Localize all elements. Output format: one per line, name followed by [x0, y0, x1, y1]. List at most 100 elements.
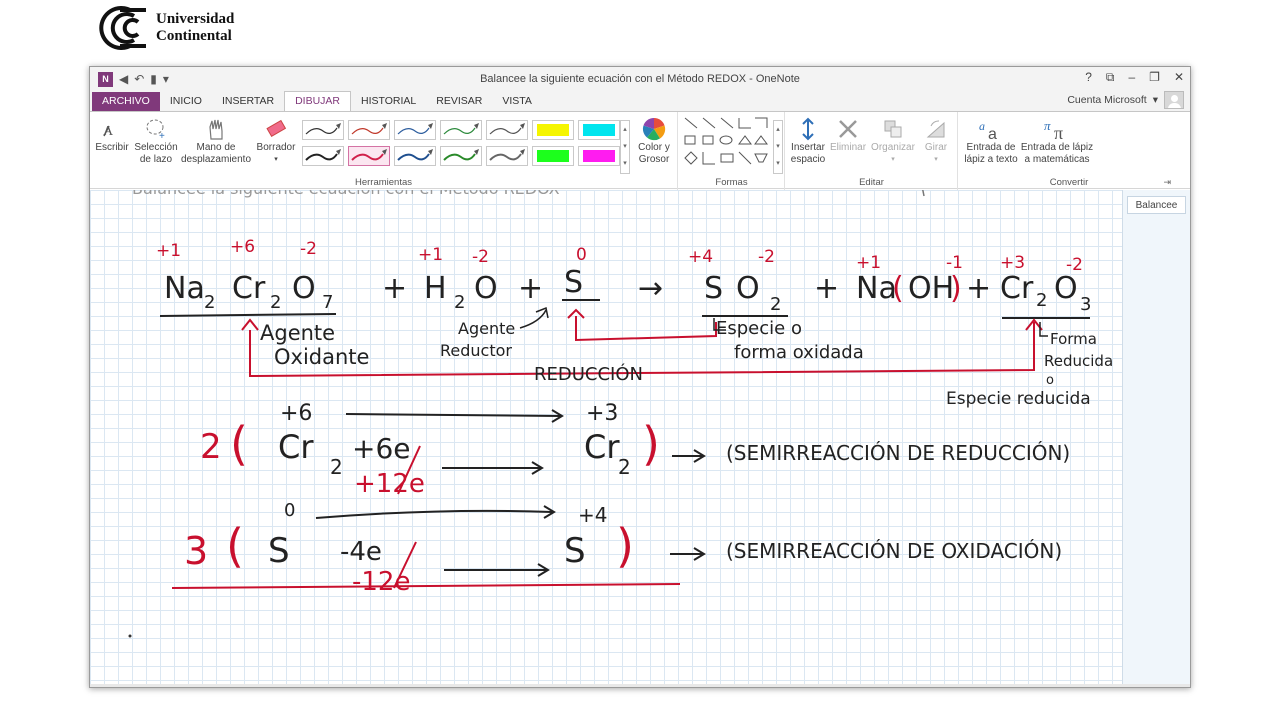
pen-swatch[interactable] [394, 146, 436, 166]
escribir-button[interactable]: A Escribir [94, 116, 130, 154]
eq-plus-3: + [814, 271, 839, 306]
color-label-1: Color y [638, 142, 670, 153]
half2-lhs: S [268, 531, 290, 571]
pen-swatch[interactable] [440, 120, 482, 140]
tab-vista[interactable]: VISTA [492, 92, 542, 111]
page-tab-balancee[interactable]: Balancee [1127, 196, 1186, 214]
page-list-panel: Balancee [1122, 190, 1190, 687]
eq-o4-sub: 3 [1080, 294, 1091, 315]
pen-swatch[interactable] [486, 120, 528, 140]
ox-o3: -2 [758, 247, 775, 267]
half1-paren-open: ( [230, 417, 248, 471]
chevron-down-icon: ▾ [934, 156, 938, 163]
eq-cr2: Cr [1000, 271, 1034, 306]
dock-to-desktop-icon[interactable]: ▮ [150, 72, 157, 86]
arrange-button[interactable]: Organizar ▾ [868, 116, 918, 166]
close-button[interactable]: ✕ [1174, 70, 1184, 85]
tab-archivo[interactable]: ARCHIVO [92, 92, 160, 111]
note-especie-oxidada-2: forma oxidada [734, 342, 864, 363]
half1-coef: 2 [200, 427, 222, 467]
rotate-button[interactable]: Girar ▾ [916, 116, 956, 166]
lasso-icon: + [130, 116, 182, 142]
onenote-window: N ◀ ↶ ▮ ▾ Balancee la siguiente ecuación… [89, 66, 1191, 688]
note-agente-reductor-2: Reductor [440, 341, 512, 360]
half2-coef: 3 [184, 529, 208, 573]
ox-na: +1 [156, 241, 181, 261]
half2-paren-close: ) [616, 519, 634, 573]
pen-swatch[interactable] [394, 120, 436, 140]
eq-s: S [564, 265, 583, 300]
back-icon[interactable]: ◀ [119, 72, 128, 86]
ribbon-tabs: ARCHIVO INICIO INSERTAR DIBUJAR HISTORIA… [90, 91, 1190, 111]
ox-cr: +6 [230, 237, 255, 257]
pen-gallery-scroll[interactable]: ▴ ▾ ▾ [620, 120, 630, 174]
svg-text:a: a [988, 126, 997, 142]
half2-ox-left: 0 [284, 500, 295, 521]
ribbon-display-button[interactable]: ⧉ [1106, 70, 1115, 85]
type-text-icon: A [94, 116, 130, 142]
ox-cr2: +3 [1000, 253, 1025, 273]
tab-insertar[interactable]: INSERTAR [212, 92, 284, 111]
oxidation-states: +1 +6 -2 +1 -2 0 +4 -2 +1 -1 +3 -2 [156, 237, 1083, 275]
pen-swatch[interactable] [302, 120, 344, 140]
pen-swatch[interactable] [348, 120, 390, 140]
insert-space-icon [788, 116, 828, 142]
avatar[interactable] [1164, 91, 1184, 109]
group-editar: Insertar espacio Eliminar Organizar ▾ Gi… [786, 112, 958, 190]
pen-swatch[interactable] [302, 146, 344, 166]
note-forma-reducida-1: Forma [1050, 330, 1097, 348]
pen-swatch[interactable] [578, 120, 620, 140]
lasso-select-button[interactable]: + Selección de lazo [130, 116, 182, 166]
pen-swatch[interactable] [486, 146, 528, 166]
onenote-app-icon[interactable]: N [98, 71, 113, 87]
help-button[interactable]: ? [1085, 70, 1092, 85]
ink-to-math-button[interactable]: ππ Entrada de lápiz a matemáticas [1019, 116, 1095, 166]
maximize-button[interactable]: ❐ [1149, 70, 1160, 85]
customize-qat-icon[interactable]: ▾ [163, 72, 169, 86]
eq-cr2-sub: 2 [1036, 290, 1047, 311]
half1-multiplied-electrons: +12e [354, 469, 425, 499]
minimize-button[interactable]: – [1128, 70, 1135, 85]
ink-to-text-button[interactable]: aa Entrada de lápiz a texto [963, 116, 1019, 166]
account-label[interactable]: Cuenta Microsoft [1067, 94, 1146, 106]
eq-o-sub: 7 [322, 292, 333, 313]
university-logo: Universidad Continental [90, 6, 234, 50]
pen-swatch[interactable] [348, 146, 390, 166]
tab-historial[interactable]: HISTORIAL [351, 92, 426, 111]
pen-swatch[interactable] [578, 146, 620, 166]
half1-label: (SEMIRREACCIÓN DE REDUCCIÓN) [726, 441, 1070, 465]
svg-text:a: a [979, 119, 985, 133]
chevron-down-icon: ▾ [1152, 94, 1158, 106]
eq-plus-1: + [382, 271, 407, 306]
pen-swatch[interactable] [440, 146, 482, 166]
eraser-button[interactable]: Borrador ▾ [254, 116, 298, 166]
note-page[interactable]: Balancee la siguiente ecuación con el Mé… [90, 190, 1122, 688]
account-menu[interactable]: Cuenta Microsoft ▾ [1067, 91, 1184, 109]
ox-o4: -2 [1066, 255, 1083, 275]
ink-to-text-icon: aa [963, 116, 1019, 142]
eq-oh: OH [908, 271, 954, 306]
insert-space-button[interactable]: Insertar espacio [788, 116, 828, 166]
pen-swatch[interactable] [532, 120, 574, 140]
group-label-herramientas: Herramientas [354, 177, 413, 188]
shapes-gallery[interactable] [683, 116, 771, 170]
half1-rhs: Cr [584, 428, 620, 466]
pen-swatch[interactable] [532, 146, 574, 166]
tab-revisar[interactable]: REVISAR [426, 92, 492, 111]
title-bar: N ◀ ↶ ▮ ▾ Balancee la siguiente ecuación… [90, 67, 1190, 91]
half2-paren-open: ( [226, 519, 244, 573]
pin-ribbon-icon[interactable]: ⇥ [1163, 177, 1171, 188]
shapes-gallery-scroll[interactable]: ▴ ▾ ▾ [773, 120, 783, 174]
tab-dibujar[interactable]: DIBUJAR [284, 91, 351, 111]
group-convertir: aa Entrada de lápiz a texto ππ Entrada d… [959, 112, 1179, 190]
color-thickness-button[interactable]: Color y Grosor [634, 116, 674, 166]
window-controls: ? ⧉ – ❐ ✕ [1085, 70, 1184, 85]
ink-canvas[interactable]: Balancee la siguiente ecuación con el Mé… [90, 190, 1122, 688]
delete-button[interactable]: Eliminar [828, 116, 868, 154]
tab-inicio[interactable]: INICIO [160, 92, 212, 111]
eq-cr: Cr [232, 271, 266, 306]
svg-text:+: + [159, 131, 165, 141]
undo-icon[interactable]: ↶ [134, 72, 144, 86]
color-wheel-icon [634, 116, 674, 142]
panning-hand-button[interactable]: Mano de desplazamiento [178, 116, 254, 166]
